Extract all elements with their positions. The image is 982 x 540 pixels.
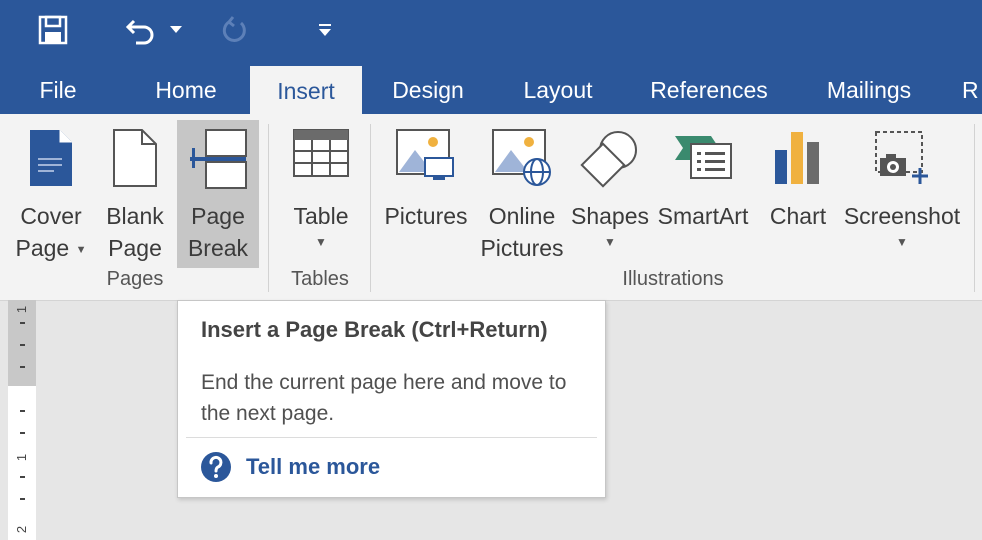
tab-references[interactable]: References xyxy=(636,62,782,114)
ruler-tick xyxy=(20,498,25,500)
online-pictures-label-1: Online xyxy=(488,203,556,229)
cover-page-button[interactable]: Cover Page ▼ xyxy=(8,120,94,268)
page-break-icon xyxy=(190,129,247,189)
ruler-tick xyxy=(20,476,25,478)
blank-page-label-1: Blank xyxy=(106,203,164,229)
tab-file[interactable]: File xyxy=(22,62,94,114)
pictures-button[interactable]: Pictures xyxy=(380,120,472,268)
screenshot-button[interactable]: Screenshot ▼ xyxy=(840,120,964,268)
save-button[interactable] xyxy=(30,8,76,52)
screenshot-icon xyxy=(875,131,928,184)
blank-page-label-2: Page xyxy=(108,235,162,261)
ruler-tick xyxy=(20,344,25,346)
page-break-label-1: Page xyxy=(191,203,245,229)
group-label-pages: Pages xyxy=(106,268,164,290)
undo-icon xyxy=(125,19,154,45)
group-label-tables: Tables xyxy=(291,268,349,290)
undo-button[interactable] xyxy=(118,8,164,52)
tab-insert[interactable]: Insert xyxy=(250,66,362,114)
online-pictures-icon xyxy=(492,129,551,186)
cover-page-label-2: Page xyxy=(15,235,70,261)
group-label-illustrations: Illustrations xyxy=(622,268,724,290)
quick-access-toolbar xyxy=(0,0,982,62)
ruler-tick xyxy=(20,366,25,368)
ribbon-insert: Cover Page ▼ Blank Page Page Break Pages… xyxy=(0,114,982,301)
help-icon xyxy=(201,452,231,482)
table-icon xyxy=(293,129,349,177)
cover-page-icon xyxy=(30,130,72,186)
group-separator xyxy=(268,124,269,292)
table-button[interactable]: Table ▼ xyxy=(278,120,364,268)
chart-button[interactable]: Chart xyxy=(760,120,836,268)
online-pictures-label-2: Pictures xyxy=(480,235,564,261)
tooltip-title: Insert a Page Break (Ctrl+Return) xyxy=(201,317,548,342)
group-separator xyxy=(370,124,371,292)
ruler-number: 2 xyxy=(14,525,30,534)
page-break-tooltip: Insert a Page Break (Ctrl+Return) End th… xyxy=(177,300,606,498)
tooltip-divider xyxy=(186,437,597,438)
chart-label: Chart xyxy=(769,203,827,229)
customize-qat-button[interactable] xyxy=(308,8,342,52)
shapes-label: Shapes xyxy=(570,203,649,229)
shapes-icon xyxy=(580,131,637,188)
smartart-icon xyxy=(675,136,732,179)
pictures-icon xyxy=(396,129,454,180)
smartart-button[interactable]: SmartArt xyxy=(654,120,752,268)
undo-dropdown-button[interactable] xyxy=(164,8,188,52)
tab-mailings[interactable]: Mailings xyxy=(812,62,926,114)
smartart-label: SmartArt xyxy=(657,203,749,229)
chart-icon xyxy=(775,132,819,184)
page-break-label-2: Break xyxy=(187,235,249,261)
caret-down-icon: ▼ xyxy=(896,235,908,249)
ruler-tick xyxy=(20,322,25,324)
tooltip-description: End the current page here and move to th… xyxy=(201,371,567,425)
chevron-down-icon xyxy=(170,26,182,33)
online-pictures-button[interactable]: Online Pictures xyxy=(474,120,570,268)
ruler-tick xyxy=(20,432,25,434)
screenshot-label: Screenshot xyxy=(843,203,961,229)
caret-down-icon: ▼ xyxy=(75,243,87,256)
tab-home[interactable]: Home xyxy=(140,62,232,114)
page-break-button[interactable]: Page Break xyxy=(177,120,259,268)
caret-down-icon: ▼ xyxy=(315,235,327,249)
repeat-icon xyxy=(222,16,246,42)
ruler-tick xyxy=(20,410,25,412)
shapes-button[interactable]: Shapes ▼ xyxy=(570,120,650,268)
save-icon xyxy=(38,15,68,45)
tab-layout[interactable]: Layout xyxy=(510,62,606,114)
vertical-ruler: 1 1 2 xyxy=(8,300,36,540)
group-separator xyxy=(974,124,975,292)
pictures-label: Pictures xyxy=(384,203,468,229)
repeat-button[interactable] xyxy=(212,8,256,52)
tell-me-more-link[interactable]: Tell me more xyxy=(200,451,380,483)
tab-design[interactable]: Design xyxy=(378,62,478,114)
ruler-number: 1 xyxy=(14,305,30,314)
caret-down-icon: ▼ xyxy=(604,235,616,249)
blank-page-icon xyxy=(113,129,157,187)
customize-qat-icon xyxy=(319,24,331,36)
tell-me-more-label[interactable]: Tell me more xyxy=(246,454,380,480)
table-label: Table xyxy=(293,203,349,229)
ruler-number: 1 xyxy=(14,453,30,462)
ribbon-tabs: File Home Insert Design Layout Reference… xyxy=(0,62,982,114)
blank-page-button[interactable]: Blank Page xyxy=(96,120,174,268)
cover-page-label-1: Cover xyxy=(20,203,82,229)
tab-review[interactable]: R xyxy=(962,62,982,114)
